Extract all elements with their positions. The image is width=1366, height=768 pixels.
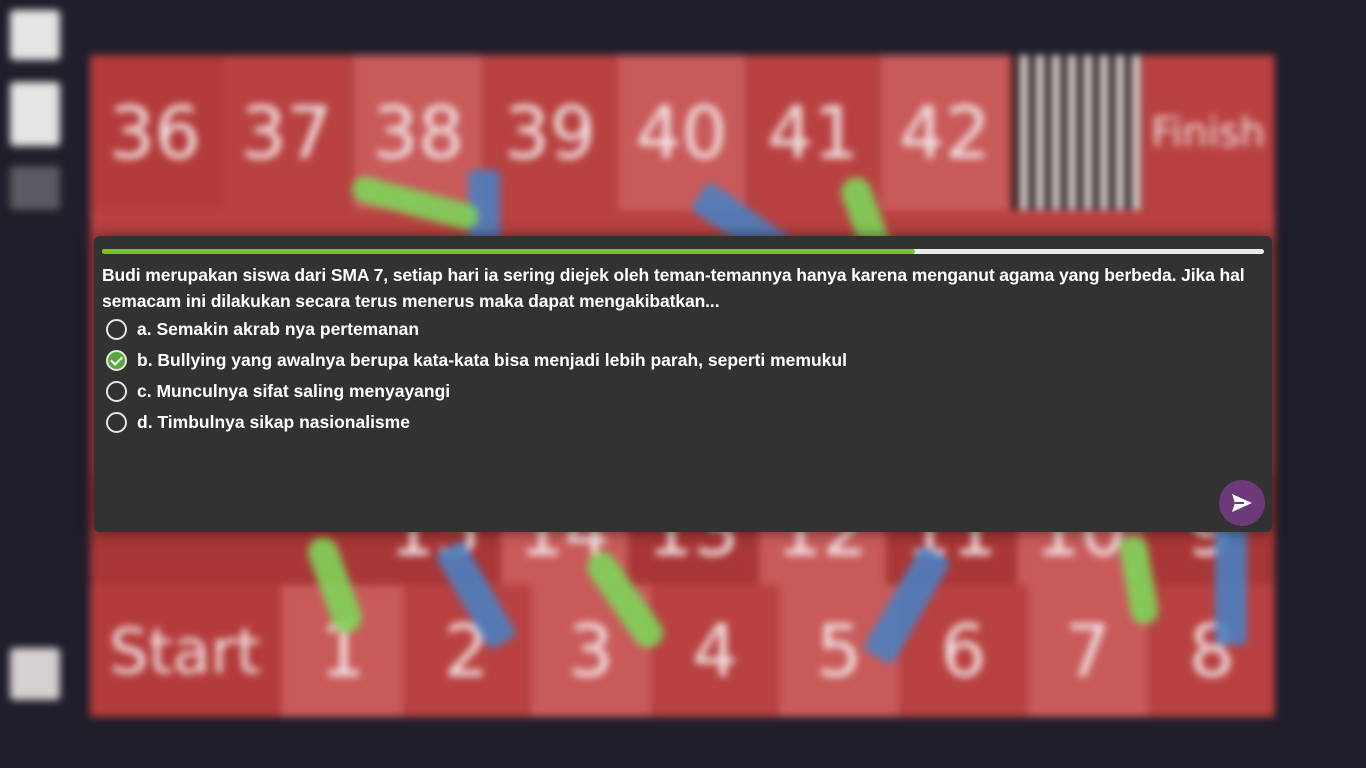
option-label: b. Bullying yang awalnya berupa kata-kat…	[137, 350, 847, 370]
board-cell: 8	[1151, 585, 1276, 717]
submit-button[interactable]	[1219, 480, 1265, 526]
scoreboard-icon[interactable]	[10, 648, 60, 700]
board-cell: 42	[880, 55, 1012, 210]
progress-fill	[102, 249, 916, 254]
board-cell: 40	[616, 55, 749, 210]
answer-option-d[interactable]: d. Timbulnya sikap nasionalisme	[106, 407, 847, 438]
answer-option-a[interactable]: a. Semakin akrab nya pertemanan	[106, 314, 847, 345]
back-arrow-icon[interactable]	[10, 10, 60, 60]
answer-option-c[interactable]: c. Munculnya sifat saling menyayangi	[106, 376, 847, 407]
option-label: a. Semakin akrab nya pertemanan	[137, 319, 420, 339]
radio-button-checked[interactable]	[106, 350, 127, 371]
radio-button[interactable]	[106, 381, 127, 402]
option-label: c. Munculnya sifat saling menyayangi	[137, 381, 451, 401]
board-cell: 39	[485, 55, 617, 210]
board-cell: 37	[222, 55, 354, 210]
radio-button[interactable]	[106, 412, 127, 433]
progress-bar	[102, 249, 1264, 254]
answer-option-b[interactable]: b. Bullying yang awalnya berupa kata-kat…	[106, 345, 847, 376]
question-text: Budi merupakan siswa dari SMA 7, setiap …	[102, 265, 1245, 311]
board-bottom-row: Start 1 2 3 4 5 6 7 8	[90, 585, 1276, 717]
board-top-row: 36 37 38 39 40 41 42 Finish	[90, 55, 1276, 210]
answer-options: a. Semakin akrab nya pertemanan b. Bully…	[106, 314, 847, 438]
help-icon[interactable]	[10, 82, 60, 146]
board-cell: 4	[654, 585, 779, 717]
board-cell-finish: Finish	[1143, 55, 1276, 210]
board-cell-start: Start	[90, 585, 282, 717]
quiz-panel: Budi merupakan siswa dari SMA 7, setiap …	[94, 236, 1272, 532]
option-label: d. Timbulnya sikap nasionalisme	[137, 412, 410, 432]
ladder	[1215, 525, 1247, 645]
checkered-flag	[1011, 55, 1144, 210]
menu-icon[interactable]	[10, 166, 60, 210]
radio-button[interactable]	[106, 319, 127, 340]
send-icon	[1232, 494, 1252, 512]
board-cell: 36	[90, 55, 222, 210]
